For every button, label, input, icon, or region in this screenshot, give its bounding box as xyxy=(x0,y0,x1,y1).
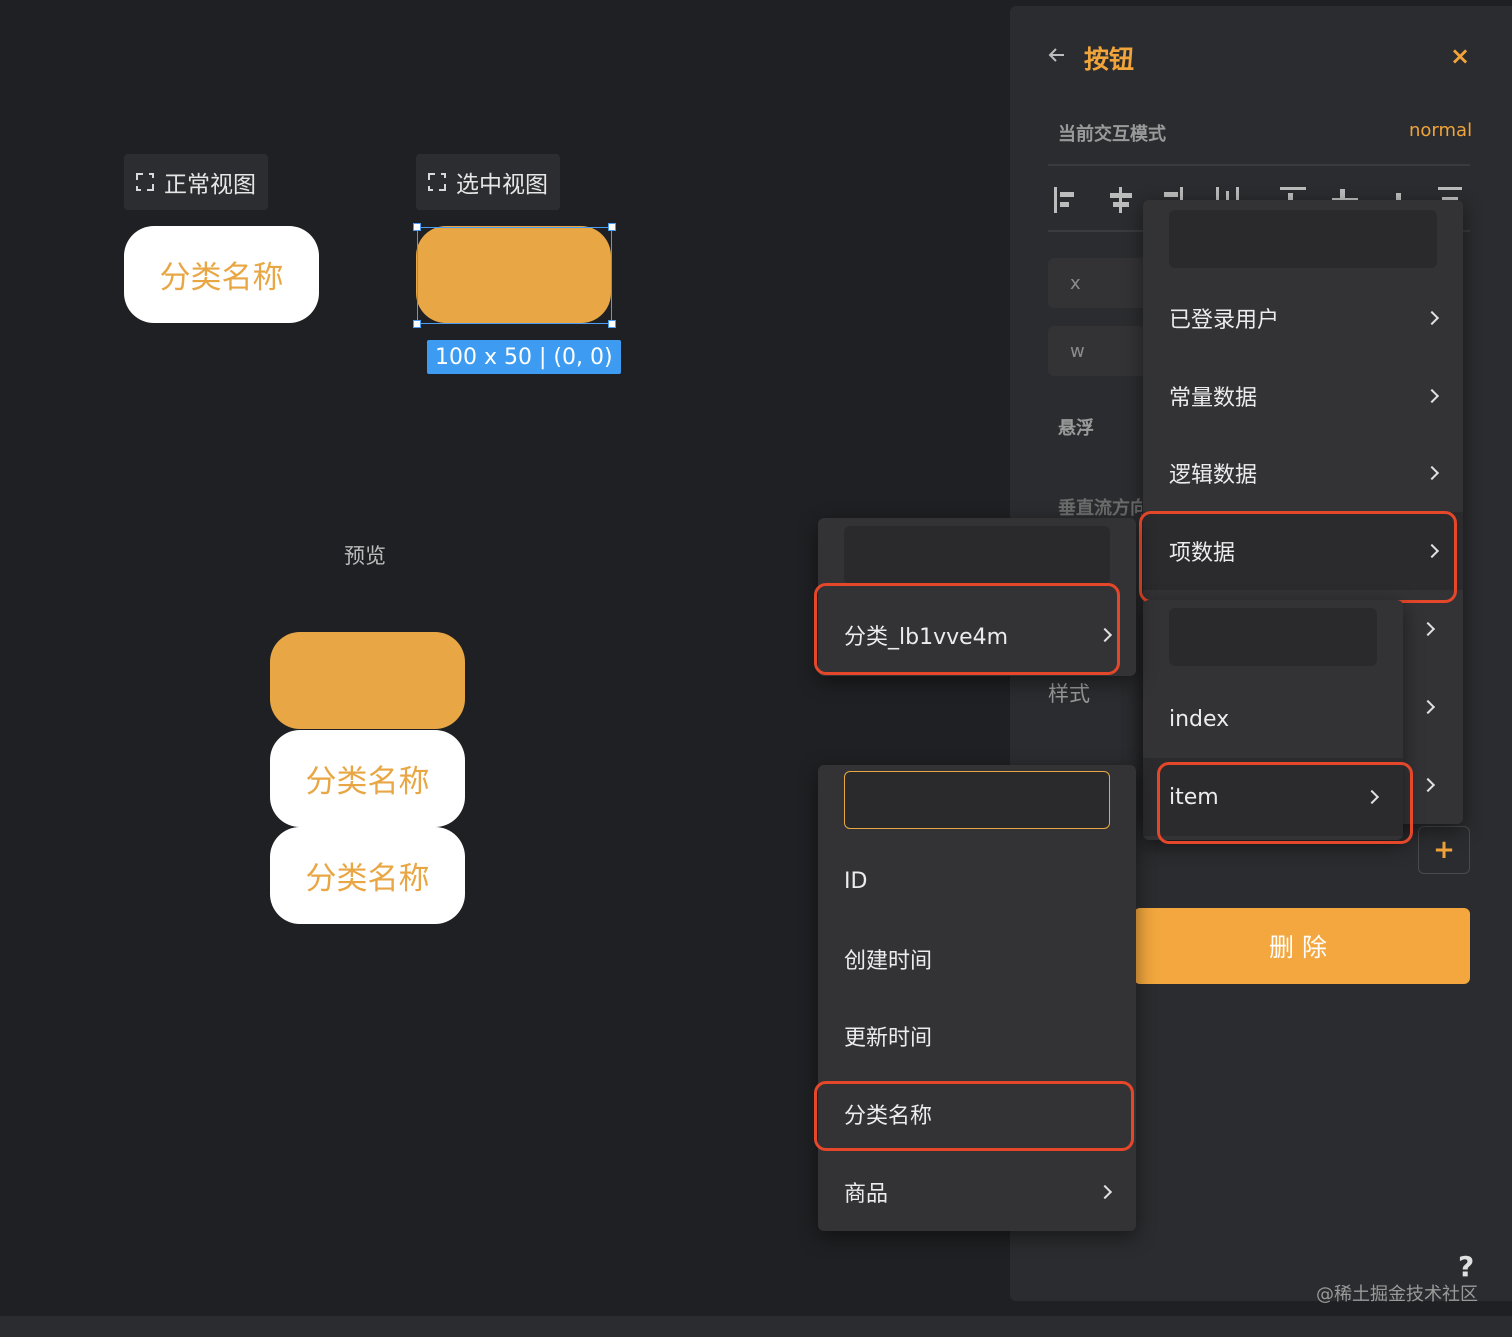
normal-view-button[interactable]: 分类名称 xyxy=(124,226,319,323)
x-field[interactable]: x xyxy=(1048,258,1158,308)
add-button[interactable]: + xyxy=(1418,826,1470,874)
preview-item[interactable]: 分类名称 xyxy=(270,730,465,827)
chevron-right-icon xyxy=(1420,699,1436,715)
selected-view-label: 选中视图 xyxy=(456,172,548,198)
highlight-item-data xyxy=(1139,511,1457,603)
menu-item-index[interactable]: index xyxy=(1143,680,1403,758)
highlight-item xyxy=(1157,762,1413,844)
w-field[interactable]: w xyxy=(1048,326,1158,376)
menu-item-label: 更新时间 xyxy=(844,1026,933,1051)
menu-item-label: 商品 xyxy=(844,1182,889,1207)
resize-handle-bl[interactable] xyxy=(413,320,421,328)
help-icon[interactable]: ? xyxy=(1458,1250,1474,1283)
preview-item-text: 分类名称 xyxy=(305,861,430,897)
menu-item-label: 常量数据 xyxy=(1169,386,1258,411)
chevron-right-icon xyxy=(1420,777,1436,793)
back-arrow-icon[interactable] xyxy=(1048,46,1066,64)
selected-view-chip[interactable]: 选中视图 xyxy=(416,154,560,210)
resize-handle-br[interactable] xyxy=(608,320,616,328)
fields-submenu: ID 创建时间 更新时间 分类名称 商品 xyxy=(818,765,1136,1231)
highlight-category-name xyxy=(814,1081,1134,1151)
chevron-right-icon xyxy=(1097,1184,1113,1200)
menu-item-label: 逻辑数据 xyxy=(1169,463,1258,488)
chevron-right-icon xyxy=(1424,388,1440,404)
preview-item-text: 分类名称 xyxy=(305,764,430,800)
mode-value: normal xyxy=(1409,120,1473,141)
frame-icon xyxy=(428,173,446,191)
delete-button[interactable]: 删除 xyxy=(1134,908,1470,984)
chevron-right-icon xyxy=(1424,310,1440,326)
menu-item-logic-data[interactable]: 逻辑数据 xyxy=(1143,434,1463,512)
menu-search-input[interactable] xyxy=(1169,608,1377,666)
vertical-flow-label: 垂直流方向 xyxy=(1058,498,1142,519)
menu-item-label: 已登录用户 xyxy=(1169,308,1280,333)
resize-handle-tl[interactable] xyxy=(413,223,421,231)
mode-label: 当前交互模式 xyxy=(1058,124,1166,145)
chevron-right-icon xyxy=(1424,465,1440,481)
menu-item-id[interactable]: ID xyxy=(818,842,1136,920)
menu-item-label: 创建时间 xyxy=(844,949,933,974)
button-text: 分类名称 xyxy=(159,260,284,296)
align-center-icon[interactable] xyxy=(1108,187,1134,213)
resize-handle-tr[interactable] xyxy=(608,223,616,231)
panel-title: 按钮 xyxy=(1084,45,1135,74)
size-tag: 100 x 50 | (0, 0) xyxy=(427,340,621,374)
menu-item-constant-data[interactable]: 常量数据 xyxy=(1143,357,1463,435)
normal-view-label: 正常视图 xyxy=(164,172,256,198)
menu-item-goods[interactable]: 商品 xyxy=(818,1153,1136,1231)
menu-search-input[interactable] xyxy=(1169,210,1437,268)
hover-label: 悬浮 xyxy=(1058,418,1094,439)
divider xyxy=(1048,164,1470,166)
style-label: 样式 xyxy=(1048,682,1090,706)
menu-item-label: ID xyxy=(844,868,868,894)
bottom-bar xyxy=(0,1316,1512,1337)
preview-label: 预览 xyxy=(344,544,386,568)
menu-search-input[interactable] xyxy=(844,526,1110,584)
watermark: @稀土掘金技术社区 xyxy=(1316,1284,1478,1305)
selection-box xyxy=(417,227,612,324)
frame-icon xyxy=(136,173,154,191)
chevron-right-icon xyxy=(1420,621,1436,637)
normal-view-chip[interactable]: 正常视图 xyxy=(124,154,268,210)
preview-item-selected[interactable] xyxy=(270,632,465,729)
menu-item-created-at[interactable]: 创建时间 xyxy=(818,920,1136,998)
menu-item-logged-user[interactable]: 已登录用户 xyxy=(1143,279,1463,357)
menu-search-input[interactable] xyxy=(844,771,1110,829)
highlight-category xyxy=(814,583,1120,675)
menu-item-updated-at[interactable]: 更新时间 xyxy=(818,997,1136,1075)
align-left-icon[interactable] xyxy=(1054,187,1080,213)
close-icon[interactable]: × xyxy=(1450,42,1470,70)
menu-item-label: index xyxy=(1169,706,1230,732)
preview-item[interactable]: 分类名称 xyxy=(270,827,465,924)
